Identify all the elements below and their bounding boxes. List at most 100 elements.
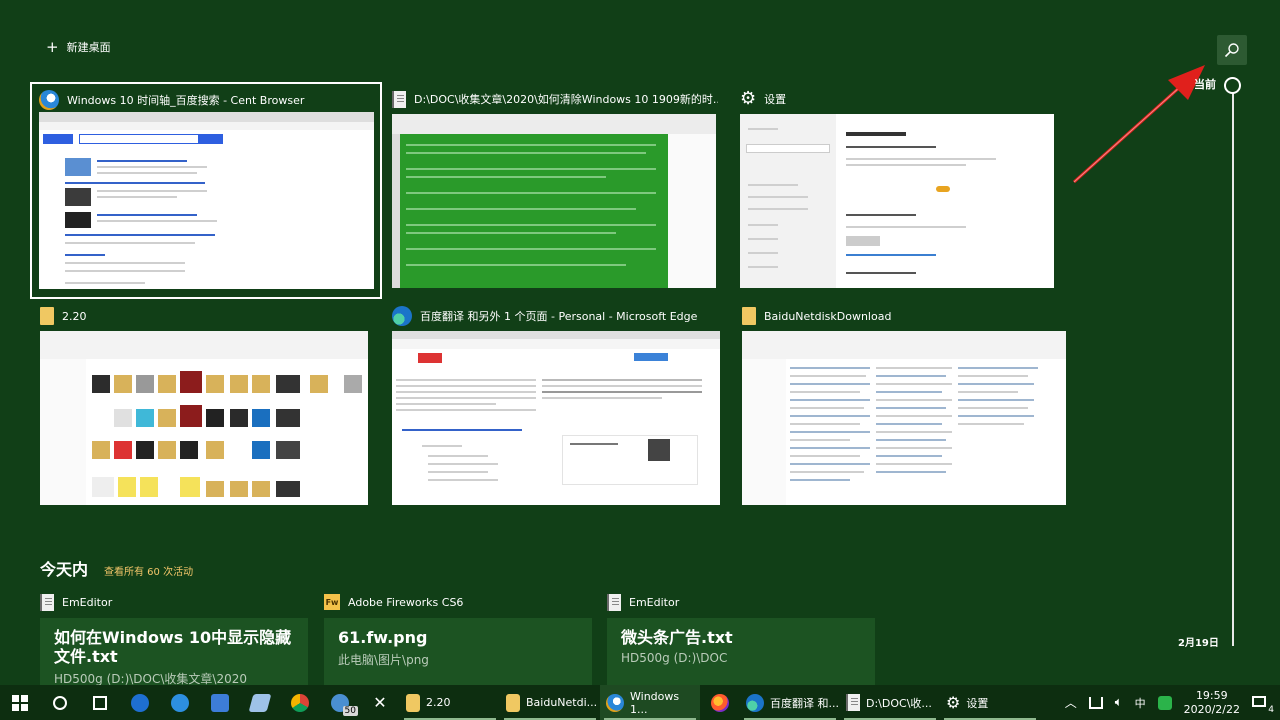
edge-icon — [746, 693, 764, 712]
taskbar-window-label: BaiduNetdi... — [526, 696, 598, 709]
task-thumbnail — [740, 114, 1054, 288]
taskbar-app-tool[interactable]: ✕ — [360, 685, 400, 720]
chevron-up-icon[interactable]: ︿ — [1065, 694, 1077, 711]
activity-card[interactable]: EmEditor 如何在Windows 10中显示隐藏文件.txt HD500g… — [40, 590, 308, 694]
task-thumbnail — [39, 112, 374, 289]
system-tray: ︿ 🔈︎ 中 19:59 2020/2/22 4 — [1065, 685, 1280, 720]
task-title: 设置 — [764, 93, 787, 106]
taskbar-window-label: 百度翻译 和... — [770, 696, 839, 710]
today-heading: 今天内 — [40, 560, 89, 579]
folder-icon — [406, 693, 420, 712]
cent-browser-icon — [606, 693, 624, 712]
timeline-now-label: 当前 — [1194, 78, 1216, 91]
taskbar-window-baidunetdisk[interactable]: BaiduNetdi... — [500, 685, 600, 720]
task-title: 百度翻译 和另外 1 个页面 - Personal - Microsoft Ed… — [420, 310, 698, 323]
clock-time: 19:59 — [1195, 688, 1228, 702]
emeditor-icon — [392, 90, 406, 108]
timeline-date-label[interactable]: 2月19日 — [1178, 634, 1219, 649]
taskbar-window-cent-browser[interactable]: Windows 1... — [600, 685, 700, 720]
taskbar-app-badge[interactable]: 50 — [320, 685, 360, 720]
activity-card[interactable]: Fw Adobe Fireworks CS6 61.fw.png 此电脑\图片\… — [324, 590, 592, 694]
task-title: D:\DOC\收集文章\2020\如何清除Windows 10 1909新的时.… — [414, 93, 718, 106]
taskbar-app-note[interactable] — [240, 685, 280, 720]
remote-desktop-icon — [211, 693, 229, 712]
taskbar-window-label: D:\DOC\收... — [866, 696, 932, 710]
fireworks-icon: Fw — [324, 594, 340, 610]
gear-icon: ⚙ — [740, 88, 757, 109]
network-icon[interactable] — [1088, 696, 1103, 709]
annotation-arrow — [1072, 65, 1205, 184]
folder-icon — [742, 307, 756, 325]
task-view-button[interactable] — [80, 685, 120, 720]
taskbar-window-folder-2-20[interactable]: 2.20 — [400, 685, 500, 720]
notification-count: 4 — [1268, 704, 1274, 715]
clock-date: 2020/2/22 — [1183, 702, 1240, 716]
windows-logo-icon — [12, 694, 28, 711]
folder-icon — [40, 307, 54, 325]
new-desktop-label: 新建桌面 — [66, 41, 111, 54]
sogou-icon[interactable] — [1157, 695, 1172, 710]
emeditor-icon — [846, 694, 860, 711]
taskbar-app-chrome[interactable] — [280, 685, 320, 720]
bird-app-icon — [131, 693, 149, 712]
taskbar-window-settings[interactable]: ⚙ 设置 — [940, 685, 1040, 720]
task-window-folder-2-20[interactable]: 2.20 — [40, 305, 370, 505]
task-view-icon — [93, 695, 107, 710]
taskbar-window-emeditor[interactable]: D:\DOC\收... — [840, 685, 940, 720]
taskbar-app-firefox[interactable] — [700, 685, 740, 720]
action-center-button[interactable]: 4 — [1252, 695, 1274, 715]
taskbar-window-label: Windows 1... — [630, 689, 680, 716]
notepad-icon — [248, 693, 272, 712]
taskbar-window-label: 设置 — [966, 696, 989, 710]
activity-app: EmEditor — [629, 595, 680, 609]
gear-icon: ⚙ — [946, 692, 961, 712]
volume-icon[interactable]: 🔈︎ — [1115, 695, 1123, 710]
clock[interactable]: 19:59 2020/2/22 — [1184, 689, 1240, 717]
activity-name: 61.fw.png — [338, 628, 428, 647]
task-thumbnail — [392, 331, 720, 505]
task-window-cent-browser[interactable]: Windows 10 时间轴_百度搜索 - Cent Browser — [30, 82, 382, 299]
activity-path: 此电脑\图片\png — [338, 653, 429, 667]
activity-card[interactable]: EmEditor 微头条广告.txt HD500g (D:)\DOC — [607, 590, 875, 694]
taskbar-app-remote[interactable] — [200, 685, 240, 720]
activity-app: Adobe Fireworks CS6 — [348, 595, 464, 609]
task-thumbnail — [742, 331, 1066, 505]
edge-icon — [392, 306, 412, 326]
cent-browser-icon — [39, 90, 59, 110]
task-thumbnail — [40, 331, 368, 505]
emeditor-icon — [40, 593, 54, 611]
plus-icon: + — [46, 37, 59, 56]
task-window-baidunetdisk[interactable]: BaiduNetdiskDownload — [742, 305, 1068, 505]
search-icon — [1224, 43, 1239, 58]
task-thumbnail — [392, 114, 716, 288]
task-window-emeditor[interactable]: D:\DOC\收集文章\2020\如何清除Windows 10 1909新的时.… — [392, 88, 718, 288]
task-title: 2.20 — [62, 309, 87, 323]
folder-icon — [506, 693, 520, 712]
taskbar-window-label: 2.20 — [426, 696, 451, 709]
start-button[interactable] — [0, 685, 40, 720]
view-all-activities-link[interactable]: 查看所有 60 次活动 — [104, 563, 193, 578]
new-desktop-button[interactable]: + 新建桌面 — [46, 38, 111, 56]
task-window-settings[interactable]: ⚙ 设置 — [740, 88, 1054, 288]
timeline-track[interactable] — [1232, 78, 1234, 646]
task-title: Windows 10 时间轴_百度搜索 - Cent Browser — [67, 94, 305, 107]
taskbar-window-edge[interactable]: 百度翻译 和... — [740, 685, 840, 720]
task-title: BaiduNetdiskDownload — [764, 309, 892, 323]
circle-search-icon — [53, 695, 67, 710]
activity-name: 微头条广告.txt — [621, 628, 733, 647]
timeline-knob[interactable] — [1224, 77, 1241, 94]
activity-path: HD500g (D:)\DOC — [621, 651, 728, 665]
taskbar-app-bird[interactable] — [120, 685, 160, 720]
search-button[interactable] — [1217, 35, 1247, 65]
search-taskbar-button[interactable] — [40, 685, 80, 720]
activity-app: EmEditor — [62, 595, 113, 609]
tools-icon: ✕ — [373, 693, 387, 712]
firefox-icon — [711, 693, 729, 712]
activity-name: 如何在Windows 10中显示隐藏文件.txt — [54, 628, 292, 666]
message-icon — [1252, 695, 1266, 707]
taskbar-app-ie[interactable] — [160, 685, 200, 720]
ime-indicator[interactable]: 中 — [1135, 695, 1146, 711]
ie-icon — [171, 693, 189, 712]
badge-count: 50 — [342, 706, 358, 716]
task-window-edge[interactable]: 百度翻译 和另外 1 个页面 - Personal - Microsoft Ed… — [392, 305, 720, 505]
